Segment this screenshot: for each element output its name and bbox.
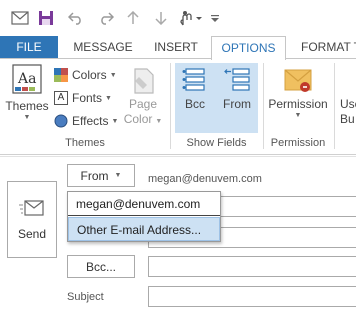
from-field-button[interactable]: From (218, 67, 256, 112)
page-color-label-line2: Color ▼ (123, 112, 163, 126)
subject-field[interactable] (148, 286, 356, 307)
permission-icon (284, 69, 312, 92)
svg-text:Aa: Aa (17, 71, 36, 87)
colors-button[interactable]: Colors ▼ (54, 65, 117, 85)
dropdown-item-account[interactable]: megan@denuvem.com (68, 192, 220, 216)
colors-icon (54, 68, 68, 82)
tab-options[interactable]: OPTIONS (211, 36, 286, 60)
arrow-up-icon[interactable] (126, 9, 140, 27)
from-dropdown-menu: megan@denuvem.com Other E-mail Address..… (67, 191, 221, 242)
send-icon (19, 199, 44, 216)
tab-file[interactable]: FILE (0, 36, 58, 59)
send-button[interactable]: Send (7, 181, 57, 258)
ribbon-tabs: FILE MESSAGE INSERT OPTIONS FORMAT T (0, 36, 356, 60)
permission-button[interactable]: Permission ▼ (266, 67, 330, 119)
undo-icon[interactable] (66, 9, 86, 27)
bcc-field-button[interactable]: Bcc... (67, 255, 135, 278)
show-fields-group-label: Show Fields (186, 137, 247, 149)
tab-insert[interactable]: INSERT (148, 36, 204, 59)
themes-group-label: Themes (65, 137, 105, 149)
page-color-icon (134, 68, 154, 94)
themes-label: Themes (5, 99, 49, 113)
effects-label: Effects (72, 114, 109, 128)
effects-button[interactable]: Effects ▼ (54, 111, 118, 131)
bcc-label: Bcc (184, 97, 205, 111)
group-divider (170, 63, 171, 149)
themes-button[interactable]: Aa Themes ▼ (4, 63, 50, 121)
page-color-button[interactable]: Page Color ▼ (123, 67, 163, 129)
chevron-down-icon: ▼ (109, 71, 117, 79)
ribbon: Aa Themes ▼ Colors ▼ A Fonts ▼ Effects ▼ (0, 58, 356, 155)
touch-mode-icon[interactable] (177, 9, 205, 27)
customize-qat-icon[interactable] (209, 9, 221, 27)
themes-icon: Aa (12, 64, 42, 94)
chevron-down-icon: ▼ (105, 94, 112, 102)
bcc-button-label: Bcc... (85, 259, 116, 274)
save-icon[interactable] (37, 9, 55, 27)
bcc-field[interactable] (148, 256, 356, 277)
tab-format-text[interactable]: FORMAT T (295, 36, 356, 59)
chevron-down-icon: ▼ (23, 114, 31, 121)
cutoff-label-line2: Bu (340, 112, 355, 126)
arrow-down-icon[interactable] (154, 9, 168, 27)
bcc-icon (182, 68, 205, 91)
fonts-label: Fonts (72, 91, 103, 105)
outlook-mail-icon[interactable] (9, 9, 31, 27)
tab-message[interactable]: MESSAGE (66, 36, 140, 59)
quick-access-toolbar (0, 0, 356, 36)
from-field-icon (224, 68, 250, 91)
dropdown-item-other-address[interactable]: Other E-mail Address... (68, 217, 220, 241)
group-divider (334, 63, 335, 149)
from-button-label: From (80, 168, 109, 183)
from-dropdown-button[interactable]: From ▼ (67, 164, 135, 187)
chevron-down-icon: ▼ (294, 112, 302, 119)
colors-label: Colors (72, 68, 107, 82)
chevron-down-icon: ▼ (114, 172, 122, 179)
fonts-button[interactable]: A Fonts ▼ (54, 88, 112, 108)
from-field-label: From (223, 97, 251, 111)
from-address: megan@denuvem.com (148, 173, 262, 185)
send-label: Send (17, 226, 47, 241)
bcc-button[interactable]: Bcc (176, 67, 214, 112)
page-color-label-line1: Page (128, 97, 158, 111)
permission-group-label: Permission (270, 137, 326, 149)
group-divider (263, 63, 264, 149)
fonts-icon: A (54, 91, 68, 105)
permission-label: Permission (268, 97, 328, 111)
use-voting-buttons-cutoff[interactable]: Use Bu (340, 97, 356, 127)
subject-label: Subject (67, 291, 104, 303)
effects-icon (54, 114, 68, 128)
chevron-down-icon: ▼ (111, 117, 119, 125)
cutoff-label-line1: Use (340, 97, 356, 111)
redo-icon[interactable] (96, 9, 116, 27)
